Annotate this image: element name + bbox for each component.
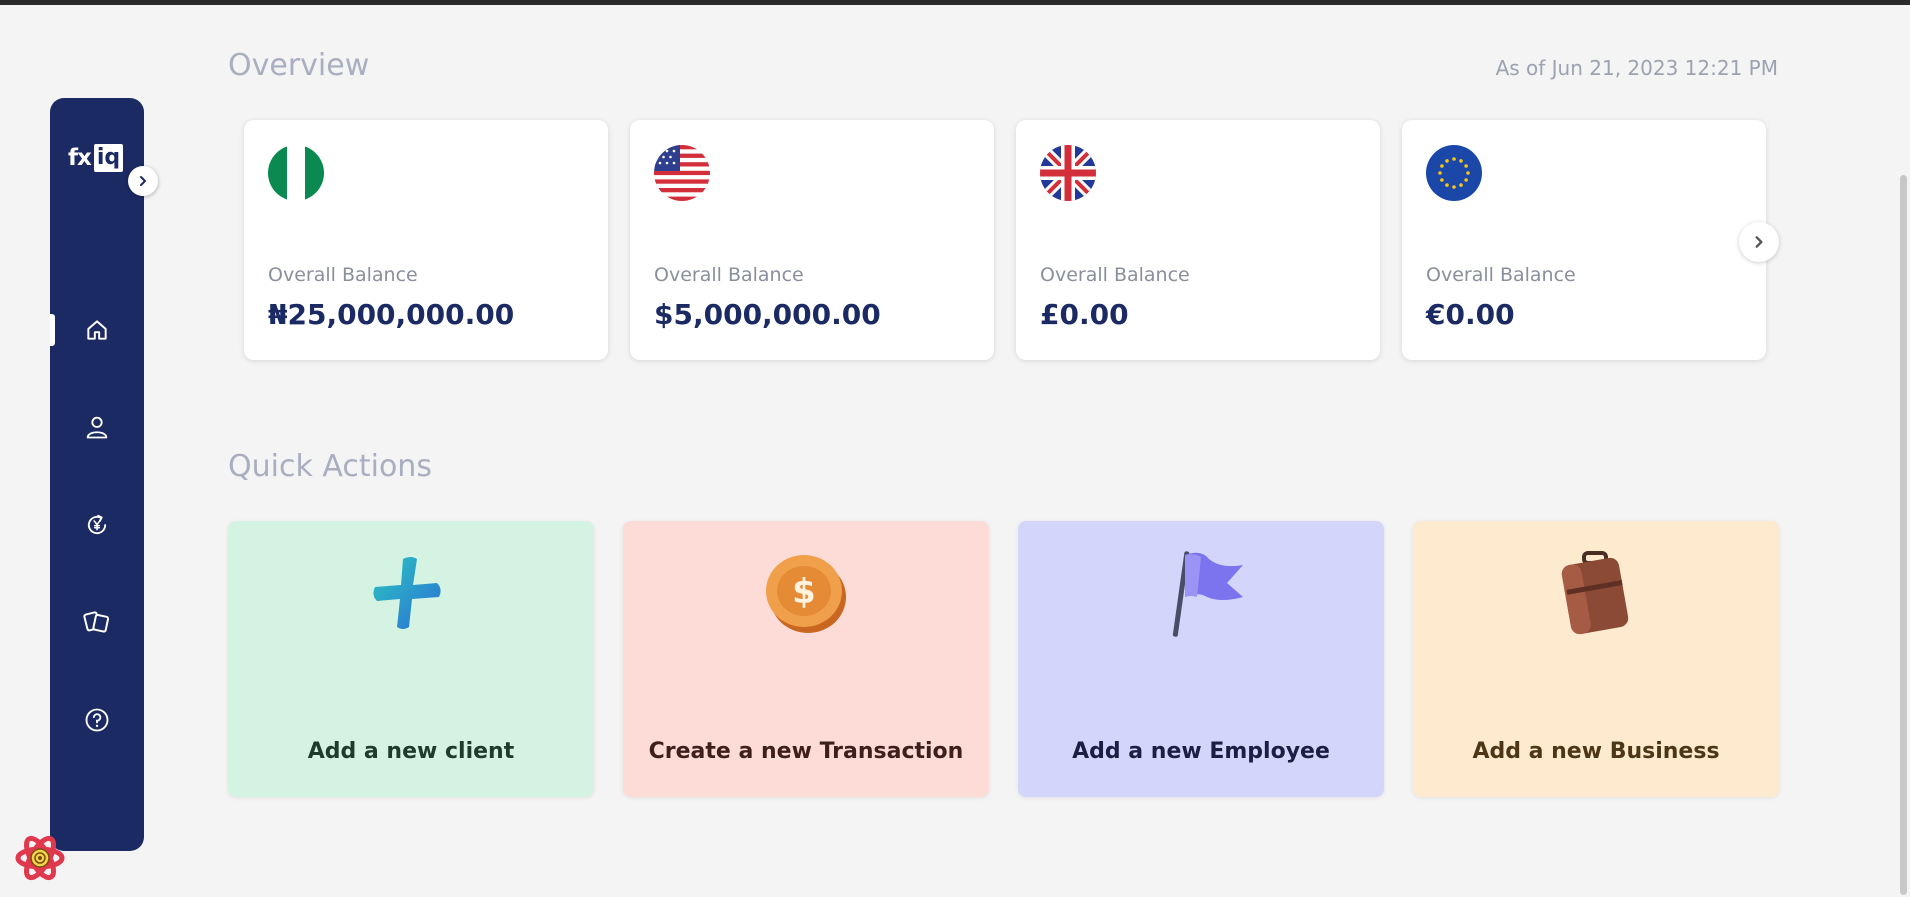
balance-label: Overall Balance (1426, 264, 1576, 286)
action-label: Create a new Transaction (648, 739, 964, 764)
page-scrollbar[interactable] (1898, 5, 1910, 897)
balance-value: €0.00 (1426, 298, 1515, 331)
action-label: Add a new Employee (1072, 739, 1330, 764)
chevron-right-icon (1755, 236, 1763, 248)
balance-label: Overall Balance (1040, 264, 1190, 286)
coin-icon: $ (766, 555, 846, 633)
as-of-timestamp: As of Jun 21, 2023 12:21 PM (1495, 56, 1778, 80)
svg-text:$: $ (792, 572, 816, 612)
currency-exchange-icon (87, 514, 107, 535)
scrollbar-thumb[interactable] (1900, 175, 1907, 895)
carousel-next-button[interactable] (1739, 222, 1779, 262)
flag-icon (1172, 551, 1243, 637)
active-indicator (50, 314, 55, 346)
action-label: Add a new client (307, 739, 515, 764)
sidebar: fx iq (50, 98, 158, 851)
add-client-action[interactable]: Add a new client (228, 521, 594, 797)
help-icon (85, 708, 109, 732)
sidebar-item-exchange[interactable] (50, 503, 144, 547)
cards-icon (83, 611, 110, 633)
plus-icon (373, 557, 441, 629)
balance-value: $5,000,000.00 (654, 298, 881, 331)
eu-flag-icon (1426, 145, 1482, 201)
logo-iq-text: iq (93, 144, 124, 172)
balance-label: Overall Balance (268, 264, 418, 286)
fxiq-logo[interactable]: fx iq (68, 143, 124, 173)
balance-card-eur[interactable]: Overall Balance €0.00 (1402, 120, 1766, 360)
add-employee-action[interactable]: Add a new Employee (1018, 521, 1384, 797)
sidebar-item-cards[interactable] (50, 600, 144, 644)
balance-card-ngn[interactable]: Overall Balance ₦25,000,000.00 (244, 120, 608, 360)
action-label: Add a new Business (1472, 739, 1720, 764)
react-devtools-icon[interactable] (14, 832, 66, 884)
briefcase-icon (1561, 551, 1629, 635)
home-icon (87, 320, 107, 340)
balance-label: Overall Balance (654, 264, 804, 286)
browser-top-bar (0, 0, 1910, 5)
chevron-right-icon (140, 176, 146, 186)
logo-fx-text: fx (68, 145, 92, 171)
create-transaction-action[interactable]: $ Create a new Transaction (623, 521, 989, 797)
quick-actions-title: Quick Actions (228, 449, 432, 484)
user-icon (86, 416, 108, 439)
sidebar-item-home[interactable] (50, 308, 144, 352)
sidebar-item-help[interactable] (50, 698, 144, 742)
balance-value: ₦25,000,000.00 (268, 298, 515, 331)
add-business-action[interactable]: Add a new Business (1413, 521, 1779, 797)
overview-title: Overview (228, 48, 370, 83)
sidebar-item-user[interactable] (50, 405, 144, 449)
usa-flag-icon (654, 145, 710, 201)
balance-card-usd[interactable]: Overall Balance $5,000,000.00 (630, 120, 994, 360)
balance-value: £0.00 (1040, 298, 1129, 331)
sidebar-expand-button[interactable] (128, 166, 158, 196)
nigeria-flag-icon (268, 145, 324, 201)
uk-flag-icon (1040, 145, 1096, 201)
balance-card-gbp[interactable]: Overall Balance £0.00 (1016, 120, 1380, 360)
